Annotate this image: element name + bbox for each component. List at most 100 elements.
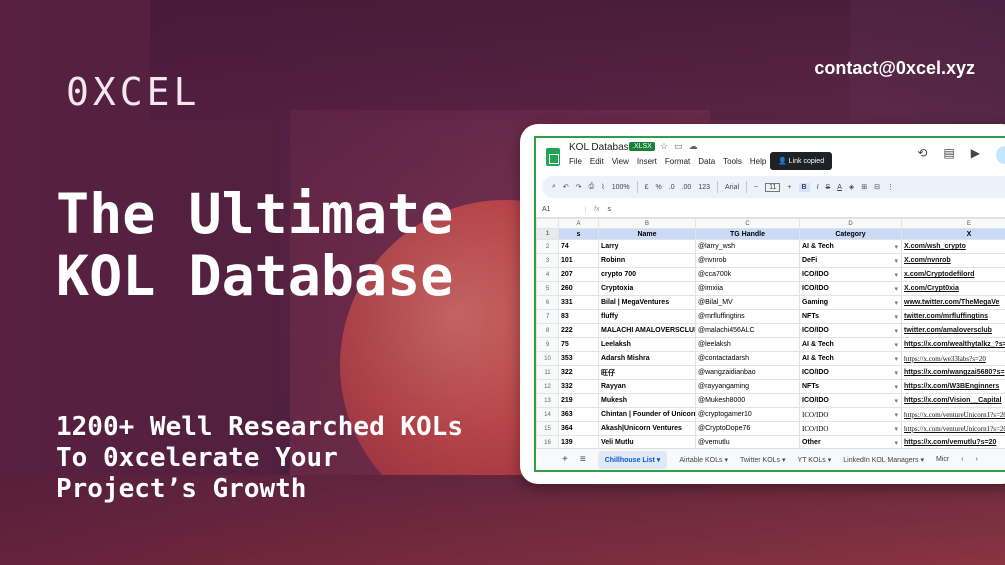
corner-cell[interactable] bbox=[536, 218, 559, 229]
row-number[interactable]: 7 bbox=[536, 309, 559, 324]
cell-x-link[interactable]: https://x.com/wangzai5680?s= bbox=[901, 365, 1005, 380]
cell-category[interactable]: NFTs bbox=[799, 309, 902, 324]
add-sheet-icon[interactable]: + bbox=[562, 454, 568, 465]
column-header[interactable]: D bbox=[799, 218, 902, 229]
cell-tg-handle[interactable]: @cryptogamer10 bbox=[695, 407, 800, 422]
cell-s[interactable]: 331 bbox=[558, 295, 599, 310]
cell-name[interactable]: crypto 700 bbox=[598, 267, 696, 282]
merge-cells-icon[interactable]: ⊟ bbox=[874, 183, 880, 191]
tab-chillhouse-list[interactable]: Chillhouse List ▾ bbox=[597, 450, 668, 469]
header-cell[interactable]: TG Handle bbox=[695, 228, 800, 240]
header-cell[interactable]: X bbox=[901, 228, 1005, 240]
cell-category[interactable]: NFTs bbox=[799, 379, 902, 394]
strikethrough-button[interactable]: S bbox=[826, 184, 831, 191]
formula-input[interactable]: s bbox=[607, 206, 611, 213]
cell-s[interactable]: 353 bbox=[558, 351, 599, 366]
cell-name[interactable]: Adarsh Mishra bbox=[598, 351, 696, 366]
cell-category[interactable]: ICO/IDO bbox=[799, 393, 902, 408]
cell-tg-handle[interactable]: @nvnrob bbox=[695, 253, 800, 268]
cell-s[interactable]: 207 bbox=[558, 267, 599, 282]
cell-tg-handle[interactable]: @Mukesh8000 bbox=[695, 393, 800, 408]
search-icon[interactable]: ⌕ bbox=[552, 183, 556, 191]
number-format-button[interactable]: 123 bbox=[698, 184, 710, 191]
menu-data[interactable]: Data bbox=[698, 157, 715, 166]
borders-icon[interactable]: ⊞ bbox=[861, 183, 867, 191]
decrease-decimal-button[interactable]: .0 bbox=[669, 184, 675, 191]
header-cell[interactable]: Category bbox=[799, 228, 902, 240]
column-header[interactable]: B bbox=[598, 218, 696, 229]
cell-s[interactable]: 363 bbox=[558, 407, 599, 422]
cell-x-link[interactable]: https://x.com/ventureUnicorn1?s=20 bbox=[901, 407, 1005, 422]
cell-name[interactable]: Akash|Unicorn Ventures bbox=[598, 421, 696, 436]
italic-button[interactable]: I bbox=[817, 184, 819, 191]
name-box[interactable]: A1 bbox=[536, 206, 586, 213]
redo-icon[interactable]: ↷ bbox=[576, 183, 582, 191]
cell-name[interactable]: Cryptoxia bbox=[598, 281, 696, 296]
menu-insert[interactable]: Insert bbox=[637, 157, 657, 166]
column-header[interactable]: A bbox=[558, 218, 599, 229]
folder-icon[interactable]: ▭ bbox=[674, 141, 689, 151]
cell-x-link[interactable]: https://x.com/we33labs?s=20 bbox=[901, 351, 1005, 366]
cell-name[interactable]: Robinn bbox=[598, 253, 696, 268]
cell-tg-handle[interactable]: @malachi456ALC bbox=[695, 323, 800, 338]
cell-name[interactable]: MALACHI AMALOVERSCLUB bbox=[598, 323, 696, 338]
cell-name[interactable]: Chintan | Founder of Unicorn ve bbox=[598, 407, 696, 422]
cell-name[interactable]: Leelaksh bbox=[598, 337, 696, 352]
cell-tg-handle[interactable]: @mrfluffingtins bbox=[695, 309, 800, 324]
cell-name[interactable]: Larry bbox=[598, 239, 696, 254]
cell-name[interactable]: fluffy bbox=[598, 309, 696, 324]
text-color-button[interactable]: A bbox=[837, 184, 842, 191]
cell-x-link[interactable]: x.com/Cryptodefilord bbox=[901, 267, 1005, 282]
cell-s[interactable]: 83 bbox=[558, 309, 599, 324]
row-number[interactable]: 12 bbox=[536, 379, 559, 394]
share-button[interactable]: S bbox=[996, 146, 1005, 164]
cell-tg-handle[interactable]: @rayyangaming bbox=[695, 379, 800, 394]
all-sheets-icon[interactable]: ≡ bbox=[580, 454, 586, 465]
cell-tg-handle[interactable]: @CryptoDope76 bbox=[695, 421, 800, 436]
cell-x-link[interactable]: https://x.com/ventureUnicorn1?s=20 bbox=[901, 421, 1005, 436]
cell-s[interactable]: 219 bbox=[558, 393, 599, 408]
cloud-icon[interactable]: ☁ bbox=[689, 141, 704, 151]
meet-icon[interactable]: ▶ bbox=[971, 146, 980, 164]
cell-name[interactable]: Mukesh bbox=[598, 393, 696, 408]
menu-tools[interactable]: Tools bbox=[723, 157, 742, 166]
cell-category[interactable]: Gaming bbox=[799, 295, 902, 310]
cell-category[interactable]: DeFi bbox=[799, 253, 902, 268]
cell-x-link[interactable]: www.twitter.com/TheMegaVe bbox=[901, 295, 1005, 310]
row-number[interactable]: 14 bbox=[536, 407, 559, 422]
cell-tg-handle[interactable]: @contactadarsh bbox=[695, 351, 800, 366]
history-icon[interactable]: ⟲ bbox=[917, 146, 927, 164]
tab-linkedin-kol-managers[interactable]: LinkedIn KOL Managers ▾ bbox=[843, 456, 924, 464]
cell-x-link[interactable]: X.com/nvnrob bbox=[901, 253, 1005, 268]
row-number[interactable]: 10 bbox=[536, 351, 559, 366]
cell-category[interactable]: AI & Tech bbox=[799, 337, 902, 352]
cell-s[interactable]: 75 bbox=[558, 337, 599, 352]
star-icon[interactable]: ☆ bbox=[660, 141, 674, 151]
cell-s[interactable]: 222 bbox=[558, 323, 599, 338]
fill-color-icon[interactable]: ◈ bbox=[849, 183, 854, 191]
cell-category[interactable]: AI & Tech bbox=[799, 239, 902, 254]
menu-view[interactable]: View bbox=[612, 157, 629, 166]
menu-edit[interactable]: Edit bbox=[590, 157, 604, 166]
cell-s[interactable]: 364 bbox=[558, 421, 599, 436]
percent-button[interactable]: % bbox=[656, 184, 662, 191]
paint-format-icon[interactable]: ⌇ bbox=[601, 183, 604, 191]
cell-x-link[interactable]: https://x.com/W3BEnginners bbox=[901, 379, 1005, 394]
cell-category[interactable]: ICO/IDO bbox=[799, 267, 902, 282]
row-number[interactable]: 8 bbox=[536, 323, 559, 338]
bold-button[interactable]: B bbox=[798, 182, 810, 192]
cell-s[interactable]: 101 bbox=[558, 253, 599, 268]
tab-airtable-kols[interactable]: Airtable KOLs ▾ bbox=[679, 456, 728, 464]
header-cell[interactable]: s bbox=[558, 228, 599, 240]
cell-x-link[interactable]: https://x.com/Vision__Capital bbox=[901, 393, 1005, 408]
cell-category[interactable]: ICO/IDO bbox=[799, 323, 902, 338]
cell-category[interactable]: ICO/IDO bbox=[799, 281, 902, 296]
cell-category[interactable]: ICO/IDO bbox=[799, 421, 902, 436]
more-icon[interactable]: ⋮ bbox=[887, 183, 894, 191]
font-size-increase-button[interactable]: + bbox=[787, 184, 791, 191]
font-size-input[interactable]: 11 bbox=[765, 182, 781, 192]
font-size-decrease-button[interactable]: − bbox=[754, 184, 758, 191]
doc-title[interactable]: KOL Database bbox=[569, 142, 634, 153]
column-header[interactable]: E bbox=[901, 218, 1005, 229]
tab-micr[interactable]: Micr bbox=[936, 456, 949, 463]
